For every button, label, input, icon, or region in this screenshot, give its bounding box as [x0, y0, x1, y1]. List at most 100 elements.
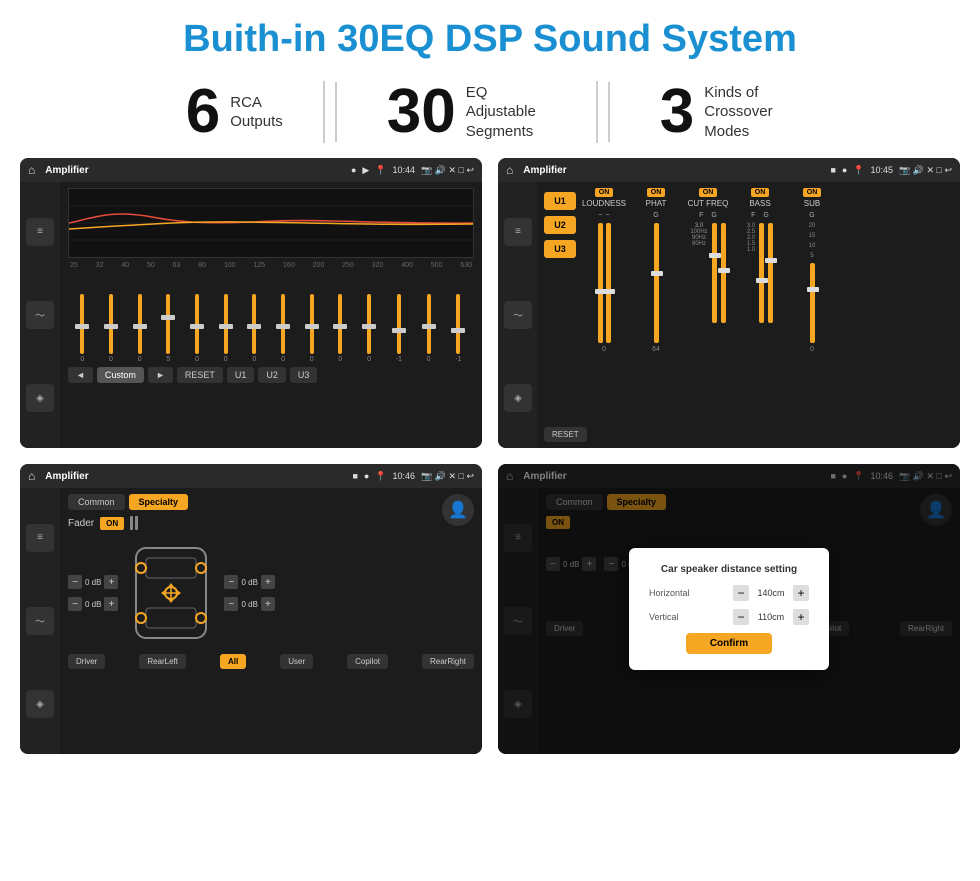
stat-crossover: 3 Kinds ofCrossover Modes	[620, 81, 834, 143]
all-btn[interactable]: All	[220, 654, 246, 669]
car-diagram	[126, 538, 216, 648]
freq-40: 40	[121, 262, 129, 269]
u2-button[interactable]: U2	[544, 216, 576, 234]
eq-time: 10:44	[393, 165, 416, 175]
eq-slider-col-3[interactable]: 0	[138, 294, 142, 363]
bass-on[interactable]: ON	[751, 188, 770, 197]
eq-slider-col-2[interactable]: 0	[109, 294, 113, 363]
eq-slider-col-5[interactable]: 0	[195, 294, 199, 363]
driver-btn[interactable]: Driver	[68, 654, 105, 669]
loudness-on[interactable]: ON	[595, 188, 614, 197]
crossover-home-icon[interactable]: ⌂	[506, 163, 513, 177]
right-db-controls: − 0 dB + − 0 dB +	[224, 575, 274, 611]
eq-u2-btn[interactable]: U2	[258, 367, 286, 383]
eq-sidebar-icon-1[interactable]: ≡	[26, 218, 54, 246]
stat-rca-number: 6	[186, 81, 220, 143]
eq-sidebar-icon-3[interactable]: ◈	[26, 384, 54, 412]
bass-sublabels: FG	[751, 212, 769, 219]
crossover-channels: ON LOUDNESS ~~	[580, 188, 954, 442]
horizontal-plus-btn[interactable]: +	[793, 585, 809, 601]
sub-on[interactable]: ON	[803, 188, 822, 197]
crossover-pin: 📍	[853, 165, 864, 176]
right-top-minus[interactable]: −	[224, 575, 238, 589]
eq-reset-btn[interactable]: RESET	[177, 367, 223, 383]
crossover-content: ≡ 〜 ◈ U1 U2 U3 RESET ON LOUDNESS	[498, 182, 960, 448]
crossover-sidebar-icon-1[interactable]: ≡	[504, 218, 532, 246]
u1-button[interactable]: U1	[544, 192, 576, 210]
horizontal-control: − 140cm +	[733, 585, 809, 601]
eq-slider-col-11[interactable]: 0	[367, 294, 371, 363]
channel-sub: ON SUB G 20 15 10 5	[788, 188, 836, 442]
eq-slider-col-4[interactable]: 5	[166, 294, 170, 363]
crossover-dot2: ●	[842, 165, 847, 175]
fader-sidebar-icon-1[interactable]: ≡	[26, 524, 54, 552]
crossover-screen: ⌂ Amplifier ■ ● 📍 10:45 📷 🔊 ✕ □ ↩ ≡ 〜 ◈ …	[498, 158, 960, 448]
confirm-button[interactable]: Confirm	[686, 633, 772, 654]
crossover-sidebar-icon-2[interactable]: 〜	[504, 301, 532, 329]
eq-sidebar-icon-2[interactable]: 〜	[26, 301, 54, 329]
eq-slider-col-14[interactable]: -1	[455, 294, 461, 363]
vertical-plus-btn[interactable]: +	[793, 609, 809, 625]
eq-pin: 📍	[375, 165, 386, 176]
eq-slider-col-7[interactable]: 0	[252, 294, 256, 363]
copilot-btn[interactable]: Copilot	[347, 654, 388, 669]
sub-header: ON SUB	[788, 188, 836, 208]
phat-slider	[654, 223, 659, 343]
dialog-screen: ⌂ Amplifier ■ ● 📍 10:46 📷 🔊 ✕ □ ↩ ≡ 〜 ◈ …	[498, 464, 960, 754]
fader-sidebar-icon-2[interactable]: 〜	[26, 607, 54, 635]
loudness-vals: 0	[602, 346, 606, 353]
eq-u1-btn[interactable]: U1	[227, 367, 255, 383]
eq-prev-btn[interactable]: ◄	[68, 367, 93, 383]
left-top-minus[interactable]: −	[68, 575, 82, 589]
eq-u3-btn[interactable]: U3	[290, 367, 318, 383]
eq-slider-col-13[interactable]: 0	[427, 294, 431, 363]
eq-slider-col-10[interactable]: 0	[338, 294, 342, 363]
phat-on[interactable]: ON	[647, 188, 666, 197]
eq-status-icons: 📷 🔊 ✕ □ ↩	[421, 165, 474, 176]
common-tab[interactable]: Common	[68, 494, 125, 510]
crossover-sidebar: ≡ 〜 ◈	[498, 182, 538, 448]
eq-play-btn[interactable]: ►	[148, 367, 173, 383]
right-bottom-minus[interactable]: −	[224, 597, 238, 611]
eq-slider-col-6[interactable]: 0	[224, 294, 228, 363]
freq-630: 630	[460, 262, 472, 269]
fader-tabs: Common Specialty	[68, 494, 275, 510]
rearleft-btn[interactable]: RearLeft	[139, 654, 186, 669]
u3-button[interactable]: U3	[544, 240, 576, 258]
left-top-plus[interactable]: +	[104, 575, 118, 589]
fader-slider-mini	[130, 516, 138, 530]
vertical-label: Vertical	[649, 612, 679, 622]
horizontal-label: Horizontal	[649, 588, 690, 598]
eq-custom-btn[interactable]: Custom	[97, 367, 144, 383]
fader-sidebar-icon-3[interactable]: ◈	[26, 690, 54, 718]
vertical-minus-btn[interactable]: −	[733, 609, 749, 625]
eq-slider-col-12[interactable]: -1	[396, 294, 402, 363]
right-bottom-plus[interactable]: +	[261, 597, 275, 611]
freq-200: 200	[313, 262, 325, 269]
right-top-plus[interactable]: +	[261, 575, 275, 589]
freq-63: 63	[173, 262, 181, 269]
divider-2	[608, 82, 610, 142]
phat-val: 64	[652, 346, 660, 353]
left-bottom-plus[interactable]: +	[104, 597, 118, 611]
eq-chart	[68, 188, 474, 258]
fader-home-icon[interactable]: ⌂	[28, 469, 35, 483]
dialog-horizontal-row: Horizontal − 140cm +	[649, 585, 809, 601]
phat-label: PHAT	[646, 199, 667, 208]
eq-home-icon[interactable]: ⌂	[28, 163, 35, 177]
eq-freq-labels: 25 32 40 50 63 80 100 125 160 200 250 32…	[68, 262, 474, 269]
eq-slider-col-8[interactable]: 0	[281, 294, 285, 363]
crossover-time: 10:45	[871, 165, 894, 175]
user-btn[interactable]: User	[280, 654, 313, 669]
horizontal-minus-btn[interactable]: −	[733, 585, 749, 601]
cutfreq-on[interactable]: ON	[699, 188, 718, 197]
eq-slider-col-1[interactable]: 0	[80, 294, 84, 363]
rearright-btn[interactable]: RearRight	[422, 654, 474, 669]
left-bottom-minus[interactable]: −	[68, 597, 82, 611]
specialty-tab[interactable]: Specialty	[129, 494, 189, 510]
fader-on-toggle[interactable]: ON	[100, 517, 124, 530]
eq-slider-col-9[interactable]: 0	[310, 294, 314, 363]
crossover-sidebar-icon-3[interactable]: ◈	[504, 384, 532, 412]
phat-header: ON PHAT	[632, 188, 680, 208]
freq-80: 80	[198, 262, 206, 269]
